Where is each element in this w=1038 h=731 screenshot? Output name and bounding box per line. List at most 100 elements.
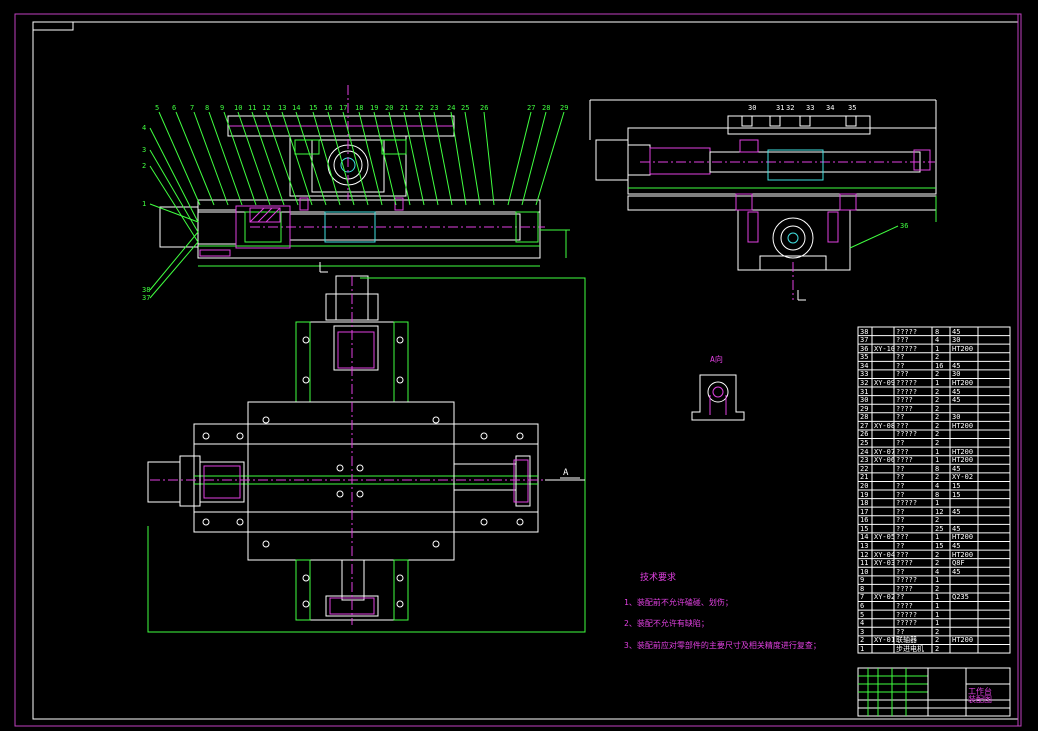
- bom-cell-no: 38: [860, 327, 869, 336]
- bom-cell-name: 联轴器: [896, 636, 917, 645]
- leader-line: [450, 111, 467, 206]
- bom-cell-code: XY-07: [874, 447, 896, 456]
- bom-cell-name: ????: [896, 602, 913, 611]
- bom-cell-no: 34: [860, 361, 869, 370]
- front-view: [159, 85, 570, 273]
- bom-cell-name: ?????: [896, 619, 918, 628]
- bom-cell-name: ??: [896, 353, 905, 362]
- leader-line: [149, 231, 199, 291]
- leader-number: 4: [142, 124, 147, 132]
- bom-cell-qty: 2: [935, 404, 940, 413]
- leader-line: [149, 165, 199, 243]
- bom-cell-no: 22: [860, 464, 869, 473]
- bom-cell-no: 26: [860, 430, 869, 439]
- bom-cell-no: 2: [860, 636, 865, 645]
- bom-cell-qty: 2: [935, 584, 940, 593]
- bom-cell-no: 1: [860, 644, 865, 653]
- plan-view-hatch: [203, 331, 529, 615]
- bom-cell-no: 33: [860, 370, 869, 379]
- leader-number: 28: [542, 104, 551, 112]
- bom-cell-mat: 45: [952, 327, 961, 336]
- leader-line: [193, 111, 229, 206]
- bom-cell-name: ??: [896, 516, 905, 525]
- bom-cell-qty: 2: [935, 439, 940, 448]
- bom-cell-code: XY-03: [874, 559, 896, 568]
- bom-cell-no: 25: [860, 439, 869, 448]
- bom-cell-code: XY-10: [874, 344, 896, 353]
- bom-cell-no: 37: [860, 336, 869, 345]
- leader-number: 37: [142, 294, 151, 302]
- bom-cell-qty: 2: [935, 430, 940, 439]
- bom-cell-name: ????: [896, 396, 913, 405]
- bom-cell-name: ?????: [896, 610, 918, 619]
- bom-cell-code: XY-08: [874, 421, 896, 430]
- bom-cell-mat: Q8F: [952, 559, 965, 568]
- note-1: 1、装配前不允许磕碰、划伤；: [624, 598, 733, 607]
- bom-cell-no: 19: [860, 490, 869, 499]
- leader-number: 26: [480, 104, 489, 112]
- bom-cell-code: XY-01: [874, 636, 896, 645]
- leader-number: 18: [355, 104, 364, 112]
- bom-cell-no: 18: [860, 499, 869, 508]
- note-2: 2、装配不允许有缺陷；: [624, 619, 709, 628]
- bom-cell-no: 30: [860, 396, 869, 405]
- bom-table: [857, 326, 1011, 654]
- bom-cell-name: ??: [896, 490, 905, 499]
- bom-cell-no: 24: [860, 447, 869, 456]
- leader-number: 25: [461, 104, 470, 112]
- bom-cell-qty: 2: [935, 387, 940, 396]
- leader-number: 20: [385, 104, 394, 112]
- bom-cell-name: ????: [896, 456, 913, 465]
- leader-number: 21: [400, 104, 409, 112]
- bom-cell-name: ?????: [896, 499, 918, 508]
- bom-cell-no: 35: [860, 353, 869, 362]
- bom-cell-mat: HT200: [952, 550, 974, 559]
- bom-cell-no: 5: [860, 610, 865, 619]
- a-view-label: A向: [710, 355, 723, 364]
- leader-number: 33: [806, 104, 815, 112]
- bom-cell-qty: 2: [935, 627, 940, 636]
- bom-cell-code: XY-09: [874, 378, 896, 387]
- bom-cell-no: 29: [860, 404, 869, 413]
- bom-cell-no: 7: [860, 593, 865, 602]
- bom-cell-qty: 8: [935, 327, 940, 336]
- leader-number: 14: [292, 104, 301, 112]
- leader-number: 31: [776, 104, 785, 112]
- leader-number: 24: [447, 104, 456, 112]
- bom-cell-mat: 45: [952, 387, 961, 396]
- bom-cell-name: ??: [896, 542, 905, 550]
- leader-number: 5: [155, 104, 160, 112]
- bom-cell-name: ??: [896, 507, 905, 516]
- bom-cell-mat: 30: [952, 336, 961, 345]
- leader-number: 1: [142, 200, 147, 208]
- bom-cell-qty: 1: [935, 593, 940, 602]
- bom-cell-qty: 1: [935, 344, 940, 353]
- leader-number: 38: [142, 286, 151, 294]
- bom-cell-no: 9: [860, 576, 865, 585]
- leader-number: 13: [278, 104, 287, 112]
- bom-cell-qty: 2: [935, 370, 940, 379]
- leader-number: 23: [430, 104, 439, 112]
- bom-cell-no: 12: [860, 550, 869, 559]
- bom-cell-qty: 4: [935, 567, 940, 576]
- bom-cell-qty: 1: [935, 602, 940, 611]
- bom-cell-code: XY-05: [874, 533, 896, 542]
- leader-number: 7: [190, 104, 195, 112]
- bom-cell-no: 8: [860, 584, 865, 593]
- leader-line: [521, 111, 547, 206]
- bom-cell-qty: 25: [935, 524, 944, 533]
- bom-cell-no: 21: [860, 473, 869, 482]
- bom-cell-qty: 2: [935, 516, 940, 525]
- bom-cell-name: ?????: [896, 344, 918, 353]
- bom-cell-qty: 16: [935, 361, 944, 370]
- bom-cell-code: XY-02: [874, 593, 896, 602]
- leader-number: 22: [415, 104, 424, 112]
- bom-cell-code: XY-06: [874, 456, 896, 465]
- bom-cell-name: ????: [896, 584, 913, 593]
- leader-line: [149, 127, 199, 223]
- cad-drawing-canvas[interactable]: 5 6 7 8 9 10 11 12 13 14 15 16 17 18 19 20 21 22 23 24 25 26 2…: [0, 0, 1038, 731]
- leader-number: 3: [142, 146, 147, 154]
- bom-cell-mat: HT200: [952, 636, 974, 645]
- bom-cell-code: XY-04: [874, 550, 896, 559]
- bom-cell-qty: 2: [935, 396, 940, 405]
